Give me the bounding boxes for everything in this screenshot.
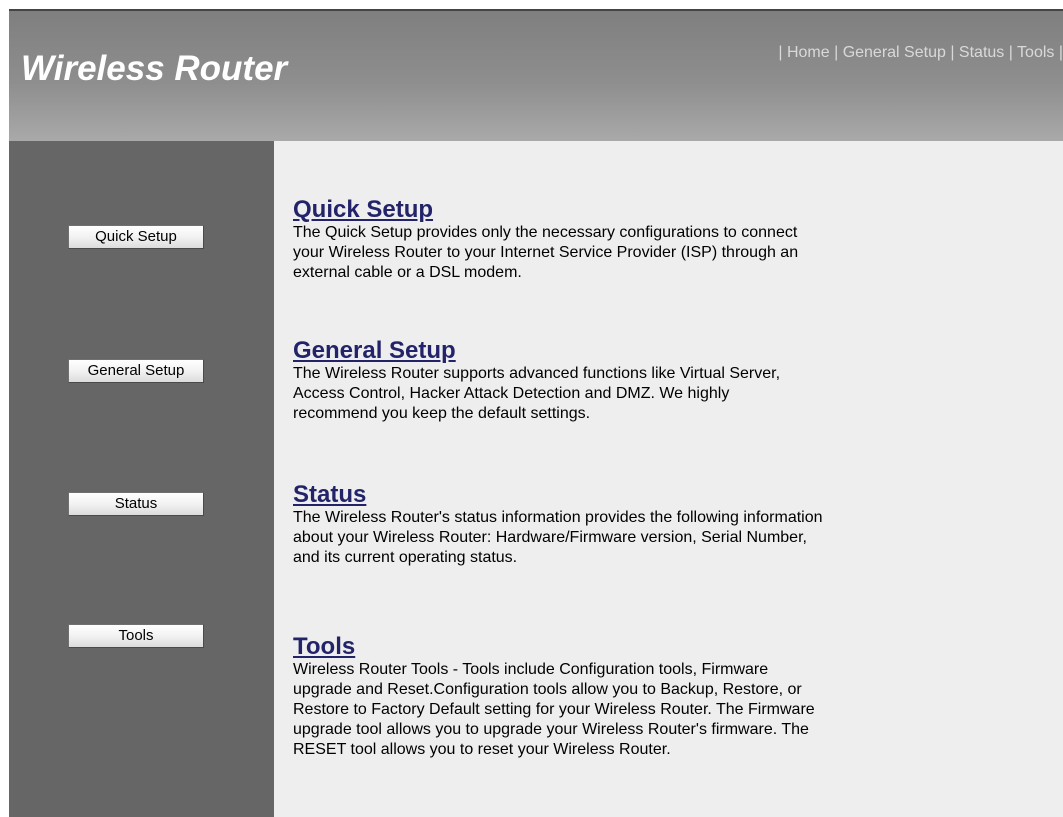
section-text-line: recommend you keep the default settings. [293,405,591,422]
section-text-line: and its current operating status. [293,549,518,566]
general-setup-button[interactable]: General Setup [68,359,204,383]
section-text-line: Wireless Router Tools - Tools include Co… [293,661,769,678]
section-text-line: your Wireless Router to your Internet Se… [293,244,799,261]
section-text-line: RESET tool allows you to reset your Wire… [293,741,671,758]
nav-link-status[interactable]: Status [959,44,1009,61]
section-text-line: The Wireless Router supports advanced fu… [293,365,781,382]
nav-link-home[interactable]: Home [787,44,834,61]
app-title: Wireless Router [21,49,288,88]
status-button[interactable]: Status [68,492,204,516]
section-text-line: about your Wireless Router: Hardware/Fir… [293,529,807,546]
section-title-status[interactable]: Status [293,482,933,508]
nav-separator: | [950,44,955,61]
section-text-line: The Quick Setup provides only the necess… [293,224,798,241]
section-title-tools[interactable]: Tools [293,634,933,660]
section-quick-setup: Quick Setup The Quick Setup provides onl… [293,197,933,283]
nav-separator: | [834,44,839,61]
nav-separator: | [1008,44,1013,61]
nav-link-general-setup[interactable]: General Setup [843,44,951,61]
tools-button[interactable]: Tools [68,624,204,648]
header: Wireless Router | Home | General Setup |… [9,11,1063,141]
section-text-line: external cable or a DSL modem. [293,264,522,281]
nav-link-tools[interactable]: Tools [1017,44,1059,61]
page-frame: Wireless Router | Home | General Setup |… [9,9,1063,817]
quick-setup-button[interactable]: Quick Setup [68,225,204,249]
section-general-setup: General Setup The Wireless Router suppor… [293,338,933,424]
section-text-line: Access Control, Hacker Attack Detection … [293,385,730,402]
section-text-line: The Wireless Router's status information… [293,509,823,526]
section-title-general-setup[interactable]: General Setup [293,338,933,364]
sidebar: Quick Setup General Setup Status Tools [9,141,274,817]
section-status: Status The Wireless Router's status info… [293,482,933,568]
section-tools: Tools Wireless Router Tools - Tools incl… [293,634,933,760]
section-text-line: Restore to Factory Default setting for y… [293,701,815,718]
section-title-quick-setup[interactable]: Quick Setup [293,197,933,223]
section-text-line: upgrade tool allows you to upgrade your … [293,721,809,738]
nav-separator: | [778,44,783,61]
section-text-line: upgrade and Reset.Configuration tools al… [293,681,802,698]
top-nav: | Home | General Setup | Status | Tools … [778,44,1063,62]
nav-separator: | [1058,44,1063,61]
main-content: Quick Setup The Quick Setup provides onl… [274,141,1063,817]
